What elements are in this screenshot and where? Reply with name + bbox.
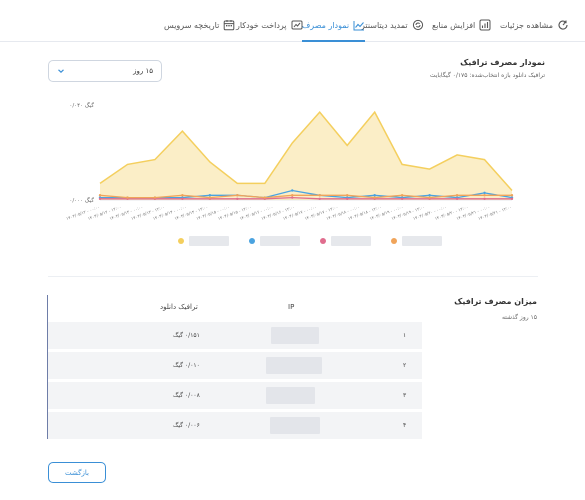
refresh-gauge-icon xyxy=(557,19,569,31)
legend-dot xyxy=(178,238,184,244)
table-row: ۲ ۰/۰۱۰ گیگ xyxy=(48,352,422,379)
data-point xyxy=(318,194,321,197)
legend-item[interactable] xyxy=(249,236,300,246)
chart-up-icon xyxy=(479,19,491,31)
data-point xyxy=(373,196,376,199)
data-point xyxy=(400,197,404,201)
data-point xyxy=(455,197,459,201)
tab-renew-datacenter[interactable]: تمدید دیتاسنتر xyxy=(361,14,424,36)
summary-title: میزان مصرف ترافیک xyxy=(454,297,537,306)
data-point xyxy=(98,194,102,197)
traffic-chart: ۰/۰۴۰ گیگ۰/۰۰۰ گیگ۱۴۰۳/۰۵/۱۲ - ۰۰:۰۰۱۴۰۳… xyxy=(65,102,514,221)
range-select-value: ۱۵ روز xyxy=(133,67,153,75)
table-row: ۳ ۰/۰۰۸ گیگ xyxy=(48,382,422,409)
data-point xyxy=(263,196,266,199)
section-divider xyxy=(48,276,538,277)
data-point xyxy=(400,194,404,197)
data-point xyxy=(126,196,129,199)
row-download: ۰/۰۰۶ گیگ xyxy=(173,422,200,429)
ip-redacted xyxy=(266,357,322,374)
series-area xyxy=(100,112,512,200)
data-point xyxy=(98,197,102,201)
y-tick-label: ۰/۰۰۰ گیگ xyxy=(69,197,94,204)
data-point xyxy=(346,194,349,197)
row-index: ۱ xyxy=(403,332,407,339)
row-download: ۰/۰۱۰ گیگ xyxy=(173,362,200,369)
legend-item[interactable] xyxy=(178,236,229,246)
row-index: ۴ xyxy=(403,422,407,429)
table-header: IP ترافیک دانلود xyxy=(48,295,422,319)
data-point xyxy=(291,194,294,197)
auto-payment-icon xyxy=(291,19,303,31)
row-download: ۰/۰۰۸ گیگ xyxy=(173,392,200,399)
row-download: ۰/۱۵۱ گیگ xyxy=(173,332,200,339)
legend-label-redacted xyxy=(260,236,300,246)
tab-view-details[interactable]: مشاهده جزئیات xyxy=(500,14,569,36)
column-header-ip: IP xyxy=(288,303,295,311)
calendar-icon xyxy=(223,19,235,31)
traffic-table: IP ترافیک دانلود ۱ ۰/۱۵۱ گیگ ۲ ۰/۰۱۰ گیگ… xyxy=(47,295,422,439)
summary-subtitle: ۱۵ روز گذشته xyxy=(501,314,537,321)
table-row: ۴ ۰/۰۰۶ گیگ xyxy=(48,412,422,439)
data-point xyxy=(483,191,486,195)
data-point xyxy=(483,194,486,197)
data-point xyxy=(153,196,157,199)
back-button[interactable]: بازگشت xyxy=(48,462,106,483)
legend-item[interactable] xyxy=(320,236,371,246)
row-index: ۲ xyxy=(403,362,407,369)
y-tick-label: ۰/۰۴۰ گیگ xyxy=(69,102,94,109)
data-point xyxy=(208,196,212,199)
legend-dot xyxy=(391,238,397,244)
ip-redacted xyxy=(270,417,320,434)
range-select[interactable]: ۱۵ روز xyxy=(48,60,162,82)
renew-icon xyxy=(412,19,424,31)
legend-label-redacted xyxy=(331,236,371,246)
data-point xyxy=(373,194,376,197)
row-index: ۳ xyxy=(403,392,407,399)
tab-auto-payment[interactable]: پرداخت خودکار xyxy=(236,14,303,36)
data-point xyxy=(346,197,349,201)
tab-increase-resources[interactable]: افزایش منابع xyxy=(432,14,491,36)
legend-label-redacted xyxy=(189,236,229,246)
legend-label-redacted xyxy=(402,236,442,246)
data-point xyxy=(181,194,184,197)
tab-bar: مشاهده جزئیات افزایش منابع تمدید دیتاسنت… xyxy=(0,0,585,42)
data-point xyxy=(455,194,459,197)
data-point xyxy=(291,196,294,199)
chart-title: نمودار مصرف ترافیک xyxy=(460,58,545,67)
data-point xyxy=(428,196,431,199)
data-point xyxy=(208,194,212,197)
column-header-download: ترافیک دانلود xyxy=(160,303,198,311)
data-point xyxy=(236,194,239,197)
legend-item[interactable] xyxy=(391,236,442,246)
data-point xyxy=(483,197,486,201)
ip-redacted xyxy=(271,327,319,344)
data-point xyxy=(236,197,239,201)
chart-legend xyxy=(178,236,442,246)
tab-service-history[interactable]: تاریخچه سرویس xyxy=(164,14,235,36)
data-point xyxy=(510,197,514,201)
data-point xyxy=(181,197,184,201)
table-row: ۱ ۰/۱۵۱ گیگ xyxy=(48,322,422,349)
line-chart-icon xyxy=(353,19,365,31)
chevron-down-icon xyxy=(57,67,65,75)
ip-redacted xyxy=(266,387,315,404)
data-point xyxy=(510,194,514,197)
data-point xyxy=(291,189,294,192)
data-point xyxy=(428,194,431,197)
chart-subtitle: ترافیک دانلود بازه انتخاب‌شده: ۰/۱۷۵ گیگ… xyxy=(429,72,545,79)
legend-dot xyxy=(249,238,255,244)
tab-usage-chart[interactable]: نمودار مصرف xyxy=(302,14,366,42)
legend-dot xyxy=(320,238,326,244)
data-point xyxy=(318,197,321,201)
